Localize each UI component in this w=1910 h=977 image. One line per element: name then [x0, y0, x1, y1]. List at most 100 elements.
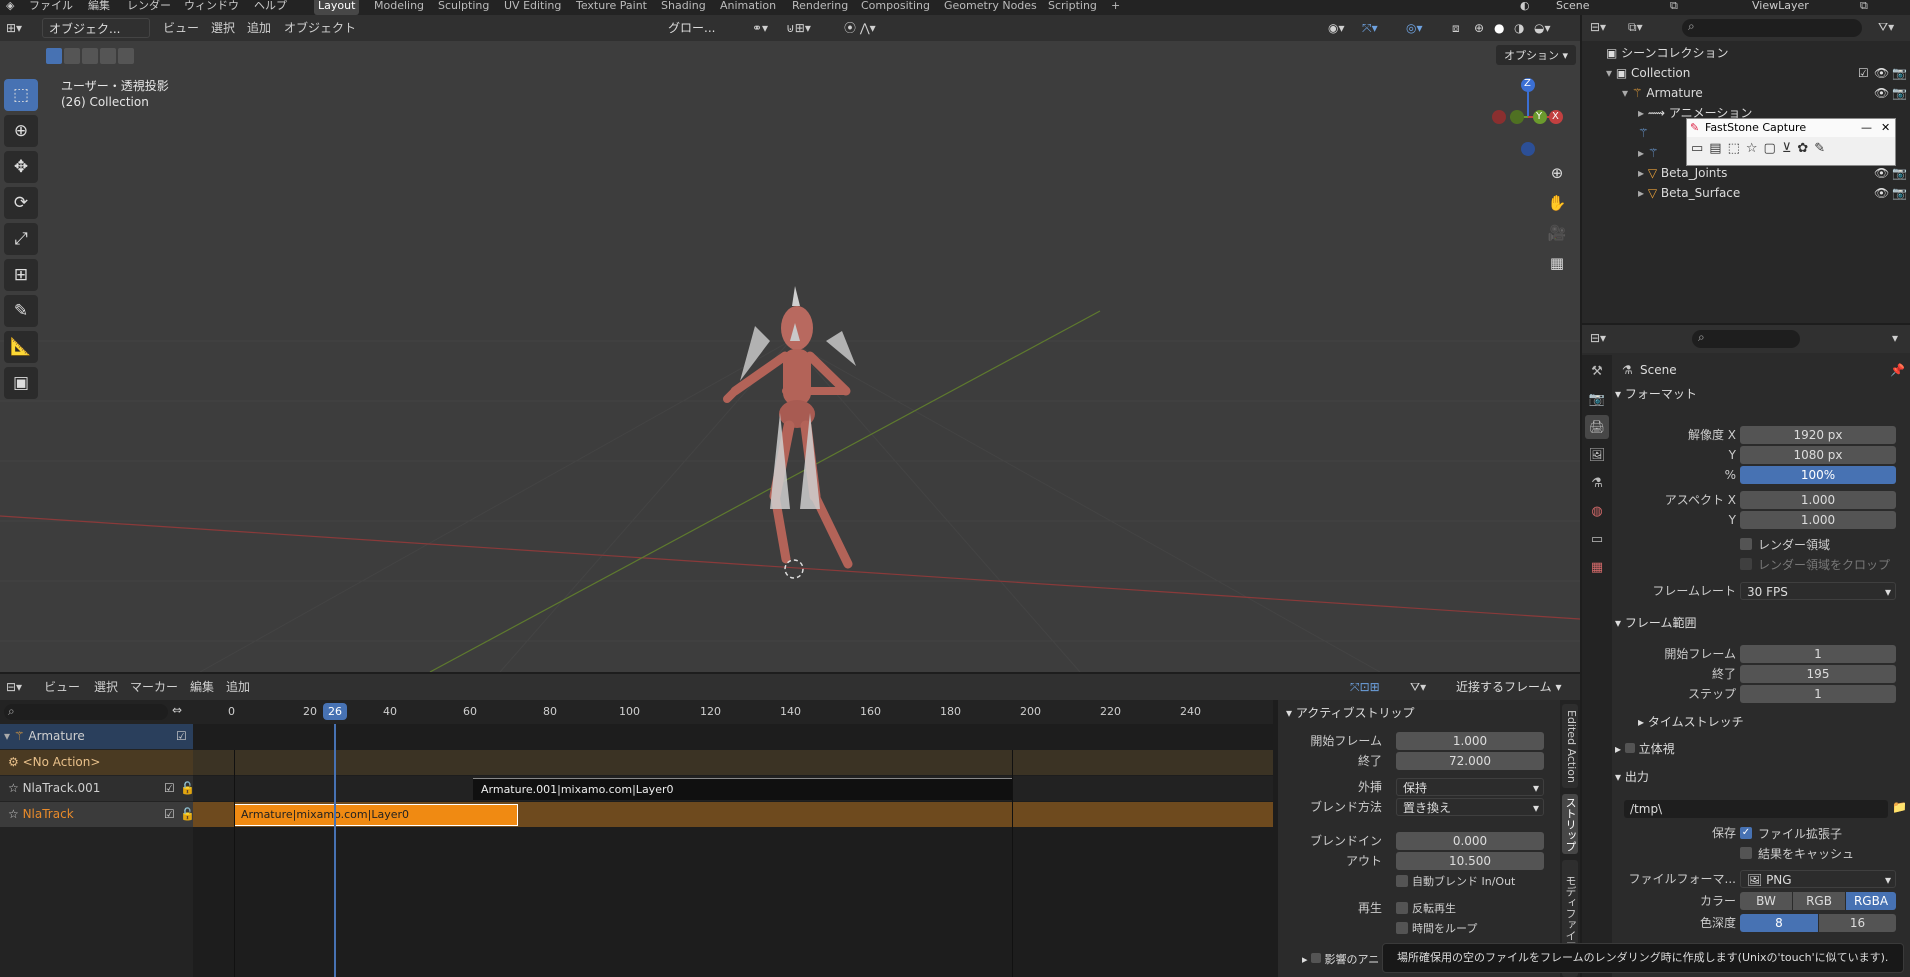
tab-compositing[interactable]: Compositing: [857, 0, 934, 15]
tab-sculpting[interactable]: Sculpting: [434, 0, 493, 15]
scene-tab-icon[interactable]: ⚗: [1585, 471, 1609, 495]
color-bw-button[interactable]: BW: [1740, 892, 1792, 910]
cache-result-checkbox[interactable]: [1740, 847, 1752, 859]
nla-snap-dropdown[interactable]: 近接するフレーム ▾: [1450, 677, 1574, 697]
tab-shading[interactable]: Shading: [657, 0, 710, 15]
nla-filter-icon[interactable]: ⛛▾: [1410, 674, 1426, 700]
tab-strip[interactable]: ストリップ: [1562, 794, 1578, 854]
loop-time-checkbox[interactable]: [1396, 922, 1408, 934]
menu-add[interactable]: 追加: [247, 15, 271, 41]
swap-arrows-icon[interactable]: ⇔: [172, 703, 182, 717]
outliner-row-collection[interactable]: ▾ ▣ Collection ☑ 👁 📷: [1582, 63, 1910, 83]
capture-fullscreen-icon[interactable]: ▢: [1764, 141, 1782, 156]
strip-end-field[interactable]: 72.000: [1396, 752, 1544, 770]
strip-armature-active[interactable]: Armature|mixamo.com|Layer0: [234, 804, 518, 826]
blender-logo-icon[interactable]: ◈: [6, 0, 14, 12]
options-dropdown[interactable]: オプション ▾: [1496, 45, 1577, 65]
nla-menu-add[interactable]: 追加: [226, 674, 250, 700]
res-y-field[interactable]: 1080 px: [1740, 446, 1896, 464]
ortho-toggle-icon[interactable]: ▦: [1544, 250, 1570, 276]
blend-in-field[interactable]: 0.000: [1396, 832, 1544, 850]
tool-tab-icon[interactable]: ⚒: [1585, 359, 1609, 383]
nla-menu-view[interactable]: ビュー: [44, 674, 80, 700]
file-format-dropdown[interactable]: 🖼 PNG ▾: [1740, 870, 1896, 888]
reverse-checkbox[interactable]: [1396, 902, 1408, 914]
outliner-row-armature[interactable]: ▾ ⚚ Armature 👁 📷: [1582, 83, 1910, 103]
blend-out-field[interactable]: 10.500: [1396, 852, 1544, 870]
tab-scripting[interactable]: Scripting: [1044, 0, 1101, 15]
camera-view-icon[interactable]: 🎥: [1544, 220, 1570, 246]
tab-layout[interactable]: Layout: [314, 0, 360, 15]
tab-animation[interactable]: Animation: [716, 0, 780, 15]
active-strip-panel-header[interactable]: ▾ アクティブストリップ: [1286, 702, 1576, 724]
strip-start-field[interactable]: 1.000: [1396, 732, 1544, 750]
menu-window[interactable]: ウィンドウ: [184, 0, 239, 12]
playhead-line[interactable]: [334, 724, 336, 977]
outliner-row-scene-collection[interactable]: ▣ シーンコレクション: [1582, 43, 1910, 63]
camera-icon[interactable]: 📷: [1892, 83, 1907, 103]
close-button[interactable]: ✕: [1881, 119, 1890, 137]
tab-uv-editing[interactable]: UV Editing: [500, 0, 565, 15]
outliner-search-input[interactable]: ⌕: [1682, 19, 1862, 37]
checkbox-icon[interactable]: ☑: [1858, 63, 1869, 83]
folder-icon[interactable]: 📁: [1892, 800, 1907, 814]
shading-solid-icon[interactable]: ●: [1494, 15, 1504, 41]
frame-range-panel-header[interactable]: ▾ フレーム範囲: [1615, 612, 1905, 634]
tab-rendering[interactable]: Rendering: [788, 0, 852, 15]
cursor-tool-icon[interactable]: ⊕: [4, 115, 38, 147]
capture-region-icon[interactable]: ⬚: [1728, 141, 1746, 156]
nla-timeline-ruler[interactable]: 0 20 40 60 80 100 120 140 160 180 200 22…: [193, 700, 1273, 724]
menu-edit[interactable]: 編集: [88, 0, 110, 12]
crop-region-checkbox[interactable]: [1740, 558, 1752, 570]
capture-freehand-icon[interactable]: ☆: [1746, 141, 1764, 156]
checkbox-icon[interactable]: ☑: [176, 724, 187, 749]
nla-menu-edit[interactable]: 編集: [190, 674, 214, 700]
visibility-icon[interactable]: ◉▾: [1328, 15, 1345, 41]
render-region-checkbox[interactable]: [1740, 538, 1752, 550]
add-cube-tool-icon[interactable]: ▣: [4, 367, 38, 399]
add-workspace-button[interactable]: +: [1107, 0, 1124, 15]
blend-mode-dropdown[interactable]: 置き換え ▾: [1396, 798, 1544, 816]
menu-select[interactable]: 選択: [211, 15, 235, 41]
properties-search-input[interactable]: ⌕: [1692, 330, 1800, 348]
select-intersect-icon[interactable]: [118, 48, 134, 64]
tab-texture-paint[interactable]: Texture Paint: [572, 0, 651, 15]
select-subtract-icon[interactable]: [82, 48, 98, 64]
nla-editor-type-icon[interactable]: ⊟▾: [6, 674, 22, 700]
framerate-dropdown[interactable]: 30 FPS ▾: [1740, 582, 1896, 600]
depth-16-button[interactable]: 16: [1819, 914, 1896, 932]
aspect-y-field[interactable]: 1.000: [1740, 511, 1896, 529]
render-tab-icon[interactable]: 📷: [1585, 387, 1609, 411]
channel-armature[interactable]: ▾ ⚚ Armature ☑: [0, 724, 193, 749]
camera-icon[interactable]: 📷: [1892, 163, 1907, 183]
nla-menu-marker[interactable]: マーカー: [130, 674, 178, 700]
menu-file[interactable]: ファイル: [29, 0, 73, 12]
3d-viewport[interactable]: Z X Y ユーザー・透視投影 (26) Collection オプション ▾ …: [0, 41, 1580, 672]
proportional-edit-icon[interactable]: ⦿ ⋀▾: [844, 15, 876, 41]
transform-orientation-dropdown[interactable]: グロー...: [662, 18, 742, 38]
tab-edited-action[interactable]: Edited Action: [1562, 704, 1578, 788]
frame-start-field[interactable]: 1: [1740, 645, 1896, 663]
aspect-x-field[interactable]: 1.000: [1740, 491, 1896, 509]
select-box-tool-icon[interactable]: ⬚: [4, 79, 38, 111]
channel-no-action[interactable]: ⚙ <No Action>: [0, 750, 193, 775]
snap-icon[interactable]: ⊍⊞▾: [786, 15, 811, 41]
menu-help[interactable]: ヘルプ: [254, 0, 287, 12]
shading-rendered-icon[interactable]: ◒▾: [1534, 15, 1551, 41]
rotate-tool-icon[interactable]: ⟳: [4, 187, 38, 219]
select-invert-icon[interactable]: [100, 48, 116, 64]
view-layer-field[interactable]: ViewLayer: [1752, 0, 1809, 12]
mode-dropdown[interactable]: オブジェク...: [42, 18, 150, 38]
output-panel-header[interactable]: ▾ 出力: [1615, 766, 1905, 788]
faststone-capture-window[interactable]: ✎ FastStone Capture — ✕ ▭▤⬚☆▢⊻✿✎: [1686, 118, 1896, 166]
editor-type-icon[interactable]: ⊞▾: [6, 15, 22, 41]
scale-tool-icon[interactable]: ⤢: [4, 223, 38, 255]
settings-icon[interactable]: ✎: [1814, 141, 1831, 156]
menu-object[interactable]: オブジェクト: [284, 15, 356, 41]
chevron-down-icon[interactable]: ▾: [1892, 331, 1898, 345]
current-frame-indicator[interactable]: 26: [323, 703, 347, 720]
view-layer-copy-icon[interactable]: ⧉: [1860, 0, 1868, 12]
annotate-tool-icon[interactable]: ✎: [4, 295, 38, 327]
outliner-row-beta-joints[interactable]: ▸ ▽ Beta_Joints 👁 📷: [1582, 163, 1910, 183]
faststone-toolbar[interactable]: ▭▤⬚☆▢⊻✿✎: [1691, 141, 1831, 156]
